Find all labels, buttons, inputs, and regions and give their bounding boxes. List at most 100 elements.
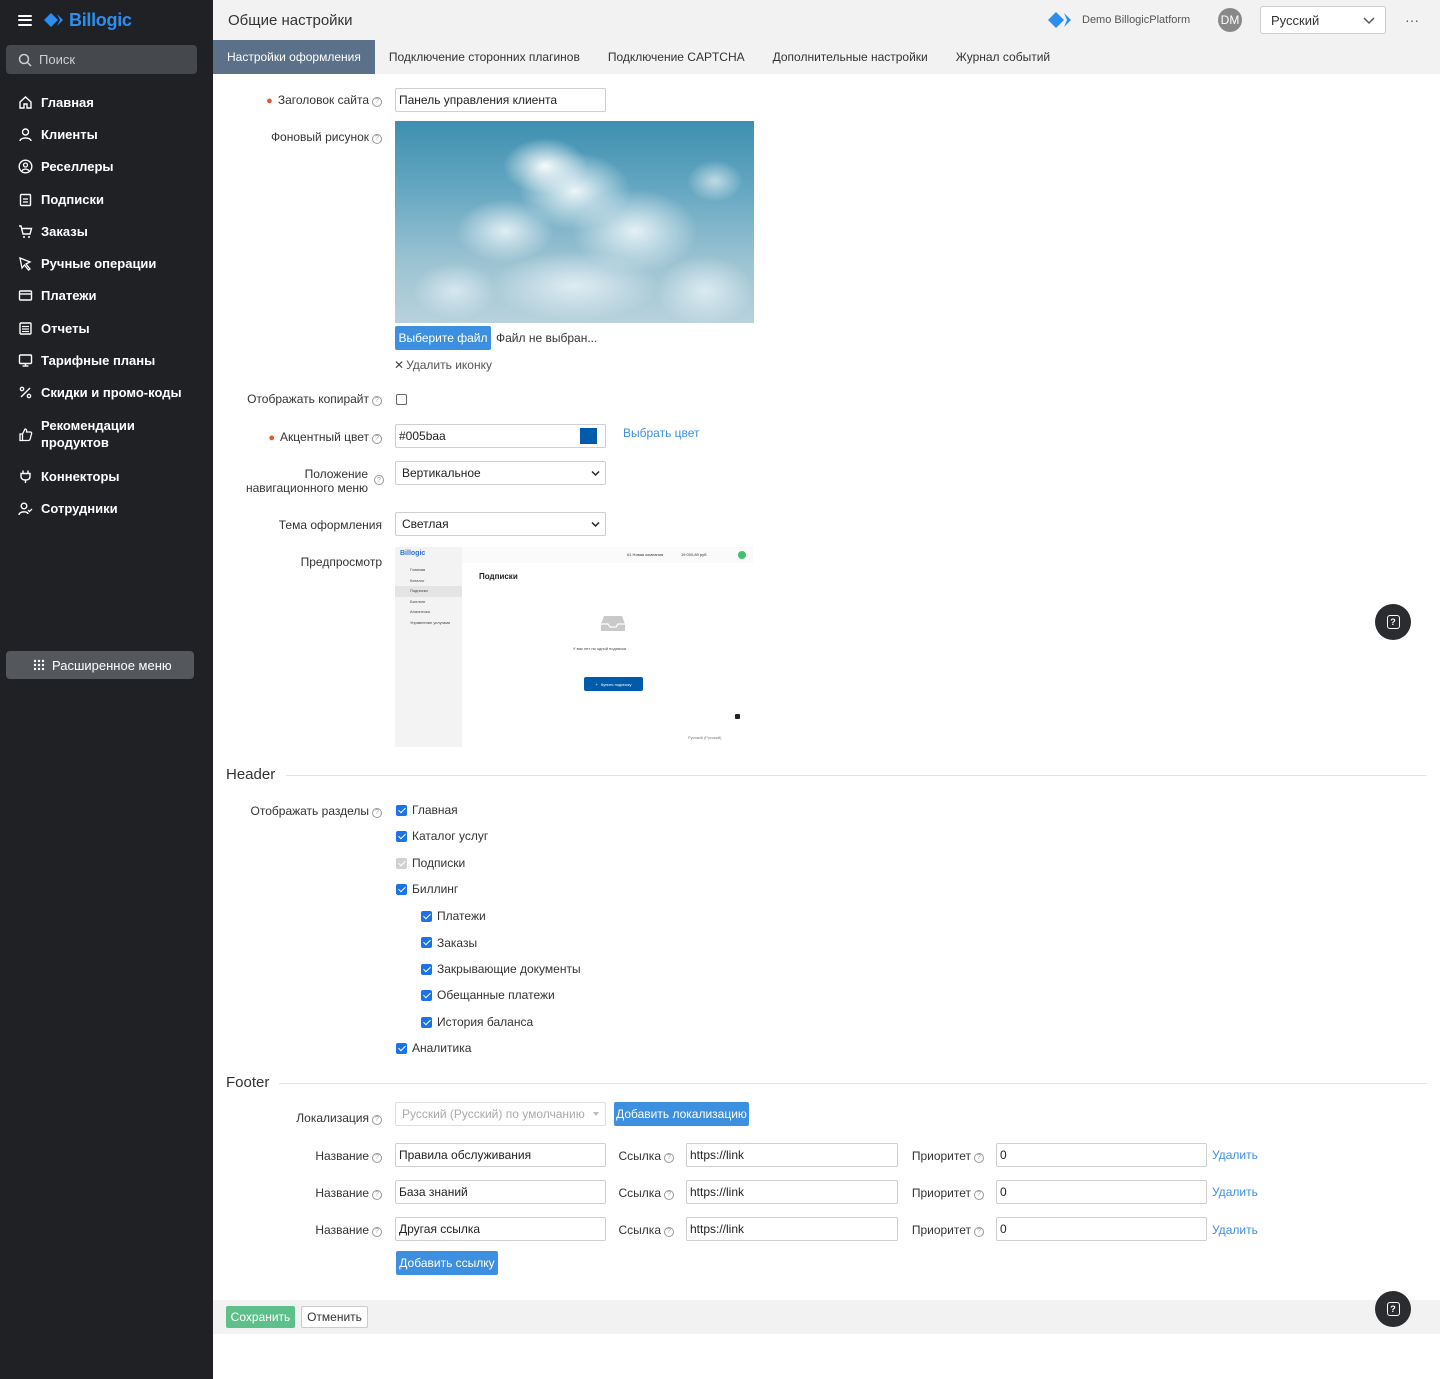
sidebar-item-subscriptions[interactable]: Подписки [18,191,198,208]
help-icon[interactable]: ? [974,1153,984,1163]
help-icon[interactable]: ? [372,396,382,406]
accent-color-swatch[interactable] [580,428,597,444]
background-label-text: Фоновый рисунок [270,130,369,144]
search-input[interactable] [39,52,189,67]
preview-nav-item: Управление услугами [410,619,451,625]
sidebar-item-payments[interactable]: Платежи [18,287,198,304]
add-link-button[interactable]: Добавить ссылку [396,1251,498,1275]
help-icon[interactable]: ? [974,1190,984,1200]
tab-captcha[interactable]: Подключение CAPTCHA [594,40,759,74]
checkbox-label: История баланса [437,1015,534,1029]
help-icon[interactable]: ? [372,434,382,444]
help-icon[interactable]: ? [372,808,382,818]
help-icon[interactable]: ? [974,1227,984,1237]
sidebar-item-recommendations[interactable]: Рекомендации продуктов [18,417,198,451]
checkbox-home[interactable] [396,805,407,816]
help-icon[interactable]: ? [372,134,382,144]
theme-select[interactable]: Светлая [395,512,606,536]
help-icon[interactable]: ? [374,475,384,485]
delete-link[interactable]: Удалить [1212,1148,1258,1162]
delete-link[interactable]: Удалить [1212,1185,1258,1199]
save-button[interactable]: Сохранить [226,1306,295,1328]
help-icon[interactable]: ? [372,1227,382,1237]
checkbox-promised-payments[interactable] [421,990,432,1001]
footer-link-priority-input[interactable] [996,1143,1207,1167]
site-title-input[interactable] [395,88,606,112]
delete-icon-link[interactable]: ✕ Удалить иконку [394,358,492,372]
nav-position-label-2: навигационного меню [245,481,368,495]
checkbox-label: Каталог услуг [412,829,489,843]
user-circle-icon [18,159,33,174]
add-localization-button[interactable]: Добавить локализацию [614,1102,749,1126]
link-label: Ссылка? [619,1186,674,1200]
sidebar-item-clients[interactable]: Клиенты [18,126,198,143]
help-icon: ? [1386,615,1400,629]
cancel-button[interactable]: Отменить [301,1306,368,1328]
footer-link-url-input[interactable] [686,1143,898,1167]
sidebar-item-discounts[interactable]: Скидки и промо-коды [18,384,198,401]
help-icon[interactable]: ? [372,1153,382,1163]
hamburger-icon[interactable] [18,14,32,26]
footer-link-name-input[interactable] [395,1180,606,1204]
sidebar-item-reports[interactable]: Отчеты [18,320,198,337]
help-icon[interactable]: ? [372,97,382,107]
no-file-text: Файл не выбран... [496,331,598,345]
sidebar-search[interactable] [6,45,197,74]
nav-position-select[interactable]: Вертикальное [395,461,606,485]
priority-label: Приоритет? [912,1223,984,1237]
footer-link-name-input[interactable] [395,1217,606,1241]
accent-color-input[interactable] [395,424,606,448]
checkbox-label: Заказы [437,936,478,950]
link-label-text: Ссылка [618,1223,661,1237]
avatar[interactable]: DM [1218,8,1242,32]
sidebar-item-connectors[interactable]: Коннекторы [18,468,198,485]
sidebar-item-resellers[interactable]: Реселлеры [18,158,198,175]
footer-link-priority-input[interactable] [996,1217,1207,1241]
tab-appearance[interactable]: Настройки оформления [213,40,375,74]
checkbox-closing-docs[interactable] [421,964,432,975]
sidebar-item-label: Главная [41,95,94,110]
footer-link-name-input[interactable] [395,1143,606,1167]
help-icon[interactable]: ? [372,1115,382,1125]
checkbox-balance-history[interactable] [421,1017,432,1028]
more-icon[interactable]: ··· [1405,12,1419,28]
company-switcher[interactable]: Demo BillogicPlatform [1048,11,1190,29]
footer-link-url-input[interactable] [686,1217,898,1241]
sidebar-item-orders[interactable]: Заказы [18,223,198,240]
nav-position-label-1: Положение [304,467,368,481]
checkbox-analytics[interactable] [396,1043,407,1054]
help-icon[interactable]: ? [664,1190,674,1200]
pick-color-link[interactable]: Выбрать цвет [623,426,700,440]
checkbox-orders[interactable] [421,937,432,948]
checkbox-payments[interactable] [421,911,432,922]
tab-plugins[interactable]: Подключение сторонних плагинов [375,40,594,74]
sidebar-item-home[interactable]: Главная [18,94,198,111]
delete-link[interactable]: Удалить [1212,1223,1258,1237]
localization-label-text: Локализация [296,1111,369,1125]
sidebar-item-manual-operations[interactable]: Ручные операции [18,255,198,272]
checkbox-catalog[interactable] [396,831,407,842]
checkbox-label: Обещанные платежи [437,988,555,1002]
help-button[interactable]: ? [1375,1291,1411,1327]
footer-link-priority-input[interactable] [996,1180,1207,1204]
logo[interactable]: Billogic [44,10,132,31]
help-icon[interactable]: ? [664,1153,674,1163]
choose-file-button[interactable]: Выберите файл [395,326,491,350]
extended-menu-button[interactable]: Расширенное меню [6,651,194,679]
tab-additional[interactable]: Дополнительные настройки [759,40,942,74]
checkbox-billing[interactable] [396,884,407,895]
preview-page-title: Подписки [479,572,518,581]
required-icon: ● [268,432,276,444]
sidebar-item-tariffs[interactable]: Тарифные планы [18,352,198,369]
tab-event-log[interactable]: Журнал событий [942,40,1064,74]
plug-icon [20,470,31,483]
preview-nav-item: Каталог [410,577,425,583]
copyright-checkbox[interactable] [396,394,407,405]
help-icon[interactable]: ? [372,1190,382,1200]
language-select[interactable]: Русский [1260,6,1386,34]
footer-link-url-input[interactable] [686,1180,898,1204]
help-icon[interactable]: ? [664,1227,674,1237]
help-button[interactable]: ? [1375,604,1411,640]
top-bar: Общие настройки Demo BillogicPlatform DM… [213,0,1440,40]
sidebar-item-employees[interactable]: Сотрудники [18,500,198,517]
